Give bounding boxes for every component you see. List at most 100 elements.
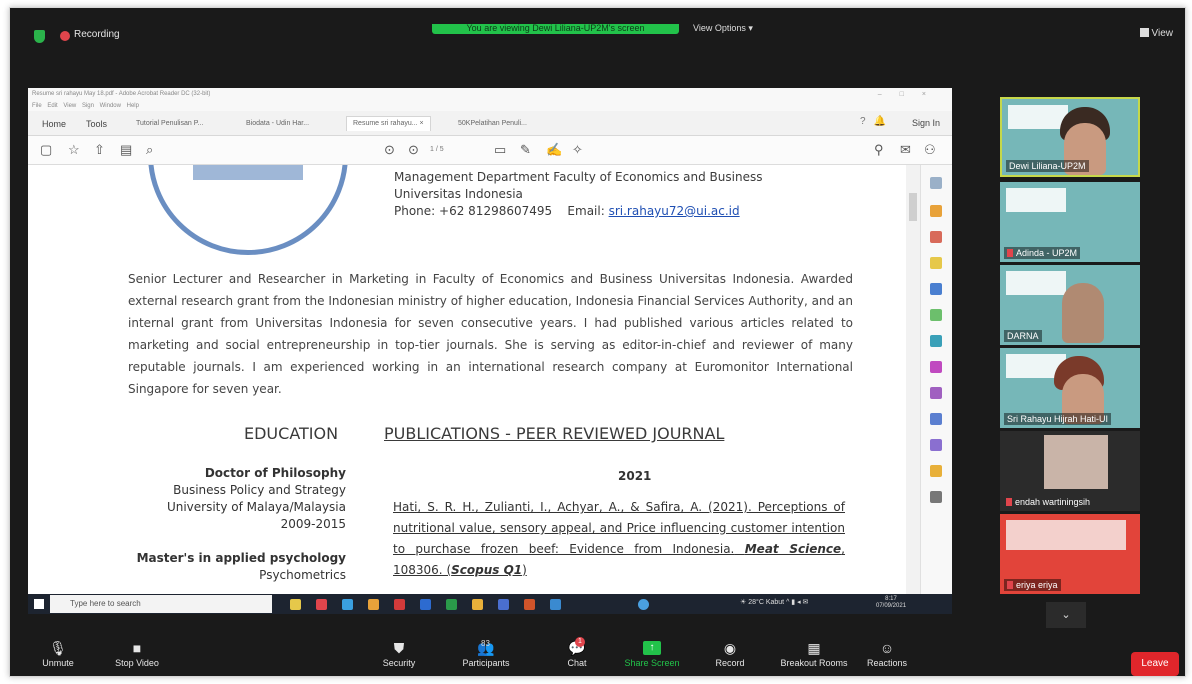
taskbar-search[interactable]: Type here to search <box>50 595 272 613</box>
acrobat-icon[interactable] <box>394 599 405 610</box>
pen-icon[interactable]: ✎ <box>520 142 531 158</box>
edit-pdf-icon[interactable] <box>930 309 942 321</box>
menu-window[interactable]: Window <box>100 103 121 109</box>
shield-icon[interactable] <box>34 30 45 43</box>
record-icon: ◉ <box>723 640 737 656</box>
participant-name-text: endah wartiningsih <box>1015 497 1091 507</box>
window-controls[interactable]: –□× <box>878 88 944 101</box>
app-icon-9[interactable] <box>498 599 509 610</box>
tab-bar: Home Tools Tutorial Penulisan P... Bioda… <box>28 111 952 136</box>
page-up-icon[interactable]: ⊙ <box>384 142 395 158</box>
gallery-scroll-down[interactable]: ⌄ <box>1046 602 1086 628</box>
app-icon-12[interactable] <box>638 599 649 610</box>
tab-document-1[interactable]: Tutorial Penulisan P... <box>136 117 203 131</box>
tab-document-4[interactable]: 50KPelatihan Penuli... <box>458 117 527 131</box>
organize-pages-icon[interactable] <box>930 231 942 243</box>
combine-files-icon[interactable] <box>930 283 942 295</box>
slide-thumbnail <box>1008 105 1068 129</box>
add-person-icon[interactable]: ⚇ <box>924 142 936 158</box>
app-icon-2[interactable] <box>316 599 327 610</box>
fill-sign-icon[interactable] <box>930 361 942 373</box>
shield-icon: ⛊ <box>393 640 405 656</box>
view-options-button[interactable]: View Options ▾ <box>693 24 753 33</box>
phone: Phone: +62 81298607495 <box>394 204 553 218</box>
stop-video-button[interactable]: ■ Stop Video <box>110 635 164 668</box>
scroll-thumb[interactable] <box>909 193 917 221</box>
more-tools-icon[interactable] <box>930 491 942 503</box>
participants-button[interactable]: 👥 83 Participants <box>456 635 516 668</box>
tab-tools[interactable]: Tools <box>86 117 107 131</box>
tray-clock[interactable]: 8:17 07/09/2021 <box>876 596 906 610</box>
app-icon-11[interactable] <box>550 599 561 610</box>
view-button[interactable]: View <box>1139 28 1173 39</box>
participant-tile[interactable]: endah wartiningsih <box>1000 431 1140 511</box>
leave-button[interactable]: Leave <box>1131 652 1179 676</box>
shared-screen: Resume sri rahayu May 18.pdf - Adobe Acr… <box>28 88 952 614</box>
help-bell-icons[interactable]: ?🔔 <box>860 116 894 127</box>
profile-photo <box>148 165 348 255</box>
recording-label: Recording <box>74 29 120 40</box>
participant-name: endah wartiningsih <box>1006 496 1090 508</box>
chat-button[interactable]: 💬 1 Chat <box>562 635 592 668</box>
save-icon[interactable]: ▢ <box>40 142 52 158</box>
print-icon[interactable]: ▤ <box>120 142 132 158</box>
slide-thumbnail <box>1006 271 1066 295</box>
share-link-icon[interactable]: ⚲ <box>874 142 884 158</box>
security-button[interactable]: ⛊ Security <box>378 635 420 668</box>
scan-icon[interactable] <box>930 335 942 347</box>
tab-document-2[interactable]: Biodata - Udin Har... <box>246 117 309 131</box>
menu-view[interactable]: View <box>63 103 76 109</box>
degree-masters: Master's in applied psychology <box>136 551 346 565</box>
weather-tray[interactable]: ☀ 28°C Kabut ^ ▮ ◂ ✉ <box>740 598 808 606</box>
zoom-tool-icon[interactable] <box>930 177 942 189</box>
page-indicator[interactable]: 1 / 5 <box>430 143 460 156</box>
stop-video-label: Stop Video <box>115 658 159 668</box>
record-button[interactable]: ◉ Record <box>710 635 750 668</box>
participant-tile[interactable]: Sri Rahayu Hijrah Hati-UI <box>1000 348 1140 428</box>
app-icon-10[interactable] <box>524 599 535 610</box>
pdf-scrollbar[interactable] <box>906 165 920 614</box>
participant-tile[interactable]: eriya eriya <box>1000 514 1140 594</box>
tab-document-active[interactable]: Resume sri rahayu... × <box>346 116 431 131</box>
participant-tile[interactable]: DARNA <box>1000 265 1140 345</box>
close-icon[interactable]: × <box>420 120 424 127</box>
edge-icon[interactable] <box>342 599 353 610</box>
email-link[interactable]: sri.rahayu72@ui.ac.id <box>609 204 740 218</box>
file-explorer-icon[interactable] <box>290 599 301 610</box>
app-icon-8[interactable] <box>472 599 483 610</box>
stamp-icon[interactable]: ✧ <box>572 142 583 158</box>
page-down-icon[interactable]: ⊙ <box>408 142 419 158</box>
search-icon[interactable]: ⌕ <box>146 142 153 158</box>
menu-file[interactable]: File <box>32 103 42 109</box>
tab-label: Resume sri rahayu... <box>353 120 418 127</box>
export-pdf-icon[interactable] <box>930 205 942 217</box>
acrobat-title-bar: Resume sri rahayu May 18.pdf - Adobe Acr… <box>28 88 952 101</box>
windows-start-icon[interactable] <box>34 599 44 609</box>
participant-tile[interactable]: Dewi Liliana-UP2M <box>1000 97 1140 177</box>
mail-icon[interactable]: ✉ <box>900 142 911 158</box>
participant-tile[interactable]: Adinda - UP2M <box>1000 182 1140 262</box>
prepare-form-icon[interactable] <box>930 439 942 451</box>
menu-help[interactable]: Help <box>127 103 139 109</box>
word-icon[interactable] <box>420 599 431 610</box>
sign-in-button[interactable]: Sign In <box>912 118 940 128</box>
share-screen-button[interactable]: ↑ Share Screen <box>622 635 682 668</box>
send-sign-icon[interactable] <box>930 387 942 399</box>
sign-icon[interactable]: ✍ <box>546 142 562 158</box>
acrobat-toolbar: ▢ ☆ ⇧ ▤ ⌕ ⊙ ⊙ 1 / 5 ▭ ✎ ✍ ✧ ⚲ ✉ ⚇ <box>28 136 952 165</box>
menu-edit[interactable]: Edit <box>47 103 57 109</box>
star-icon[interactable]: ☆ <box>68 142 80 158</box>
protect-icon[interactable] <box>930 413 942 425</box>
comment-tool-icon[interactable] <box>930 257 942 269</box>
excel-icon[interactable] <box>446 599 457 610</box>
chrome-icon[interactable] <box>368 599 379 610</box>
reactions-button[interactable]: ☺ Reactions <box>862 635 912 668</box>
menu-sign[interactable]: Sign <box>82 103 94 109</box>
unmute-button[interactable]: 🎙 Unmute <box>38 635 78 668</box>
breakout-rooms-button[interactable]: ▦ Breakout Rooms <box>774 635 854 668</box>
create-pdf-icon[interactable] <box>930 465 942 477</box>
tab-home[interactable]: Home <box>42 117 66 131</box>
comment-icon[interactable]: ▭ <box>494 142 506 158</box>
upload-icon[interactable]: ⇧ <box>94 142 105 158</box>
participant-name: Sri Rahayu Hijrah Hati-UI <box>1004 413 1112 425</box>
